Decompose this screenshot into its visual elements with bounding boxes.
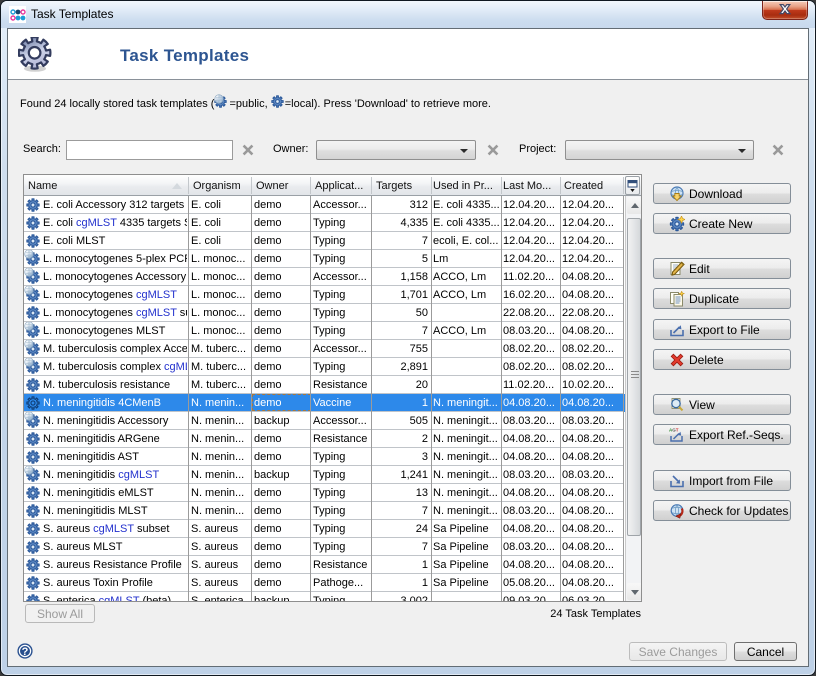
svg-text:AGT: AGT bbox=[669, 428, 679, 433]
svg-text:?: ? bbox=[22, 646, 29, 658]
